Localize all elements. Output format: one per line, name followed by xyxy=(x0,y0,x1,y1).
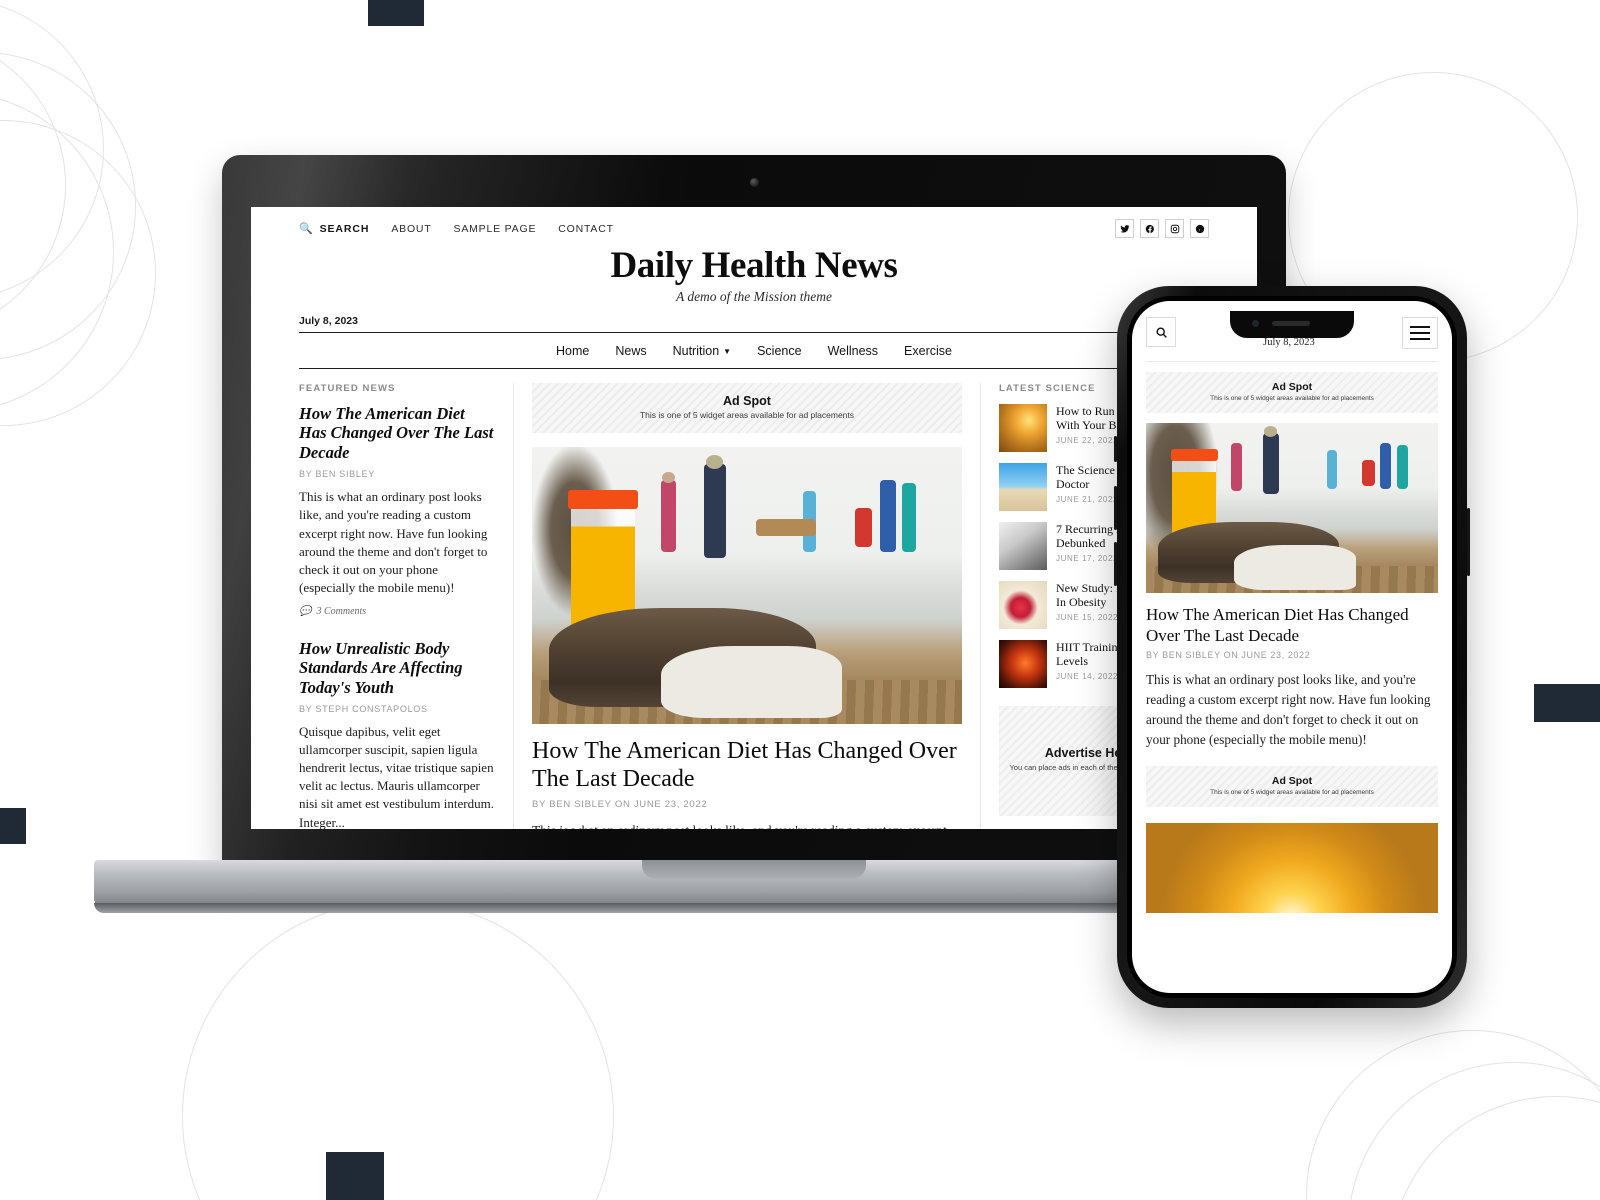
front-camera-icon xyxy=(1252,320,1259,327)
mobile-article-body: This is what an ordinary post looks like… xyxy=(1146,672,1431,747)
mobile-menu-button[interactable] xyxy=(1402,317,1438,349)
laptop-screen: 🔍 SEARCH ABOUT SAMPLE PAGE CONTACT Daily… xyxy=(251,207,1257,829)
phone-mockup: July 8, 2023 Ad Spot This is one of 5 wi… xyxy=(1114,286,1470,1008)
phone-notch xyxy=(1230,311,1354,338)
phone-volume-down-button xyxy=(1114,542,1117,586)
earpiece-speaker xyxy=(1272,321,1310,326)
top-navigation: 🔍 SEARCH ABOUT SAMPLE PAGE CONTACT xyxy=(299,222,614,236)
featured-post-byline: BY BEN SIBLEY xyxy=(299,469,375,480)
featured-post-excerpt: This is what an ordinary post looks like… xyxy=(299,489,488,595)
ad-spot-title: Ad Spot xyxy=(723,394,771,408)
mobile-ad-title: Ad Spot xyxy=(1271,381,1313,393)
nav-home[interactable]: Home xyxy=(556,344,589,358)
mobile-date: July 8, 2023 xyxy=(1263,337,1315,348)
article-byline: BY BEN SIBLEY ON JUNE 23, 2022 xyxy=(532,798,708,810)
top-nav-about[interactable]: ABOUT xyxy=(391,223,431,235)
mobile-hero-image[interactable] xyxy=(1146,423,1438,593)
page-content: FEATURED NEWS How The American Diet Has … xyxy=(251,369,1257,829)
social-links xyxy=(1115,219,1209,238)
nav-nutrition[interactable]: Nutrition ▼ xyxy=(673,344,731,358)
mobile-ad-subtitle-2: This is one of 5 widget areas available … xyxy=(1210,788,1374,796)
featured-post-byline: BY STEPH CONSTAPOLOS xyxy=(299,704,428,715)
main-column: Ad Spot This is one of 5 widget areas av… xyxy=(513,383,981,829)
site-tagline: A demo of the Mission theme xyxy=(675,289,833,304)
sidebar-thumbnail xyxy=(999,463,1047,511)
mobile-ad-spot-top[interactable]: Ad Spot This is one of 5 widget areas av… xyxy=(1146,372,1438,413)
deco-square-top xyxy=(368,0,424,26)
site-title[interactable]: Daily Health News xyxy=(251,244,1257,287)
featured-news-column: FEATURED NEWS How The American Diet Has … xyxy=(299,383,513,829)
mobile-search-button[interactable] xyxy=(1146,317,1176,347)
nav-wellness[interactable]: Wellness xyxy=(828,344,878,358)
sidebar-thumbnail xyxy=(999,522,1047,570)
mobile-article-title[interactable]: How The American Diet Has Changed Over T… xyxy=(1146,605,1438,646)
phone-screen: July 8, 2023 Ad Spot This is one of 5 wi… xyxy=(1132,301,1452,993)
featured-post-excerpt: Quisque dapibus, velit eget ullamcorper … xyxy=(299,724,494,829)
primary-navigation: Home News Nutrition ▼ Science Wellness Ex… xyxy=(299,333,1209,369)
mobile-ad-subtitle: This is one of 5 widget areas available … xyxy=(1210,395,1374,402)
search-label: SEARCH xyxy=(319,222,370,235)
deco-ring-bottom-center xyxy=(182,900,614,1200)
ad-spot-subtitle: This is one of 5 widget areas available … xyxy=(639,410,855,420)
nav-science[interactable]: Science xyxy=(757,344,801,358)
phone-mute-switch xyxy=(1114,436,1117,462)
article-body: This is what an ordinary post looks like… xyxy=(532,821,962,829)
website-desktop: 🔍 SEARCH ABOUT SAMPLE PAGE CONTACT Daily… xyxy=(251,207,1257,829)
featured-post: How The American Diet Has Changed Over T… xyxy=(299,404,495,617)
mobile-hero-photo xyxy=(1146,423,1438,593)
scene: 🔍 SEARCH ABOUT SAMPLE PAGE CONTACT Daily… xyxy=(0,0,1600,1200)
sidebar-thumbnail xyxy=(999,581,1047,629)
webcam-icon xyxy=(749,178,759,187)
ad-spot-widget[interactable]: Ad Spot This is one of 5 widget areas av… xyxy=(532,383,962,433)
phone-volume-up-button xyxy=(1114,486,1117,530)
hamburger-icon xyxy=(1410,326,1430,328)
featured-post-meta[interactable]: 💬 3 Comments xyxy=(299,606,495,617)
instagram-icon[interactable] xyxy=(1165,219,1184,238)
featured-post-title[interactable]: How The American Diet Has Changed Over T… xyxy=(299,404,495,462)
deco-square-left xyxy=(0,808,26,844)
mobile-ad-spot-bottom[interactable]: Ad Spot This is one of 5 widget areas av… xyxy=(1146,765,1438,807)
search-button[interactable]: 🔍 SEARCH xyxy=(299,222,370,236)
mobile-header-divider xyxy=(1146,361,1438,362)
featured-section-label: FEATURED NEWS xyxy=(299,383,396,394)
pinterest-icon[interactable] xyxy=(1190,219,1209,238)
top-nav-sample-page[interactable]: SAMPLE PAGE xyxy=(454,223,537,235)
search-icon: 🔍 xyxy=(299,223,314,235)
mobile-article-byline: BY BEN SIBLEY ON JUNE 23, 2022 xyxy=(1146,650,1311,661)
comment-icon: 💬 xyxy=(299,605,312,617)
chevron-down-icon: ▼ xyxy=(723,346,732,356)
current-date: July 8, 2023 xyxy=(299,315,358,327)
article-title[interactable]: How The American Diet Has Changed Over T… xyxy=(532,738,962,794)
deco-square-right xyxy=(1534,684,1600,722)
hamburger-icon xyxy=(1410,332,1430,334)
nav-exercise[interactable]: Exercise xyxy=(904,344,952,358)
featured-post: How Unrealistic Body Standards Are Affec… xyxy=(299,639,495,829)
utility-bar: 🔍 SEARCH ABOUT SAMPLE PAGE CONTACT xyxy=(251,207,1257,238)
facebook-icon[interactable] xyxy=(1140,219,1159,238)
featured-post-title[interactable]: How Unrealistic Body Standards Are Affec… xyxy=(299,639,495,697)
comment-count: 3 Comments xyxy=(316,605,367,617)
twitter-icon[interactable] xyxy=(1115,219,1134,238)
top-nav-contact[interactable]: CONTACT xyxy=(558,223,614,235)
site-masthead: Daily Health News A demo of the Mission … xyxy=(251,244,1257,305)
article-hero-image[interactable] xyxy=(532,447,962,724)
deco-square-bottom xyxy=(326,1152,384,1200)
phone-power-button xyxy=(1467,508,1470,576)
sidebar-thumbnail xyxy=(999,404,1047,452)
hamburger-icon xyxy=(1410,338,1430,340)
nav-news[interactable]: News xyxy=(615,344,646,358)
sidebar-thumbnail xyxy=(999,640,1047,688)
mobile-next-post-image[interactable] xyxy=(1146,822,1438,913)
hero-photo xyxy=(532,447,962,724)
mobile-ad-title-2: Ad Spot xyxy=(1271,774,1313,787)
